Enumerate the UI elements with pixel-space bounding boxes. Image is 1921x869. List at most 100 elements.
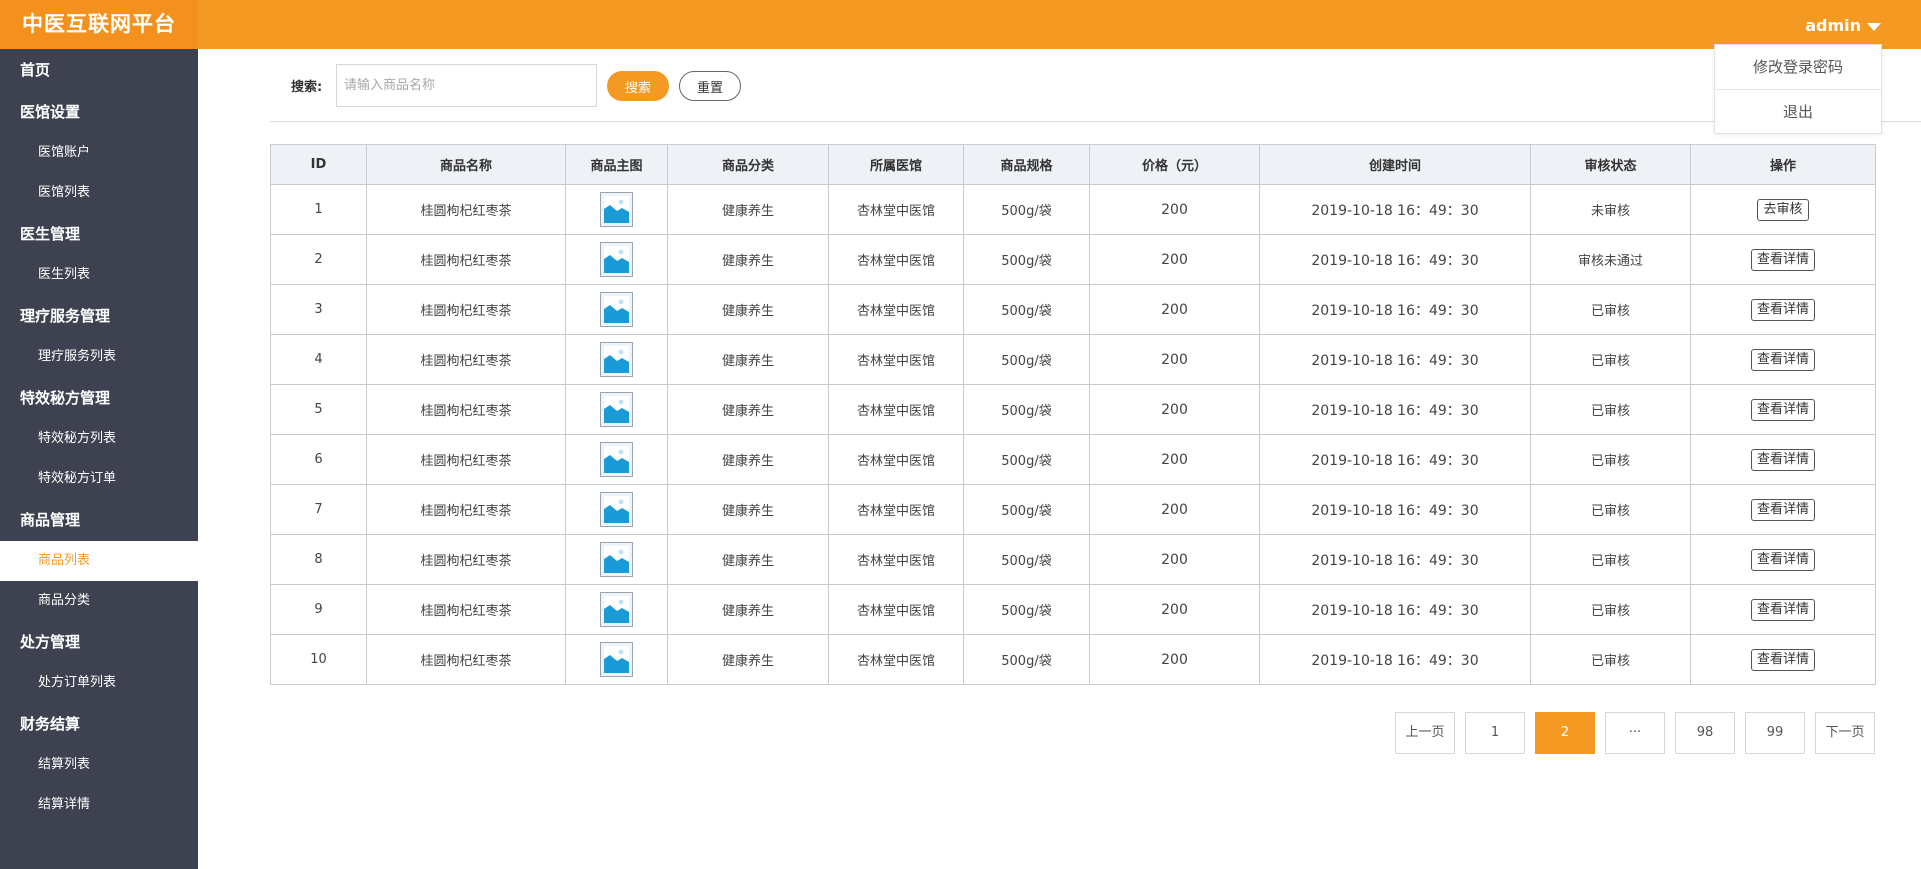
page-button[interactable]: 98: [1675, 712, 1735, 754]
cell-image: [565, 284, 668, 335]
product-table: ID 商品名称 商品主图 商品分类 所属医馆 商品规格 价格（元） 创建时间 审…: [270, 144, 1876, 685]
sidebar-group[interactable]: 理疗服务管理: [0, 295, 198, 337]
cell-created: 2019-10-18 16：49：30: [1259, 634, 1531, 685]
image-placeholder-icon: [600, 592, 633, 627]
cell-category: 健康养生: [667, 484, 829, 535]
page-button-current[interactable]: 2: [1535, 712, 1595, 754]
sidebar-group[interactable]: 商品管理: [0, 499, 198, 541]
cell-image: [565, 234, 668, 285]
cell-price: 200: [1089, 434, 1260, 485]
cell-id: 3: [270, 284, 367, 335]
search-button[interactable]: 搜索: [607, 71, 669, 101]
cell-id: 1: [270, 184, 367, 235]
cell-category: 健康养生: [667, 334, 829, 385]
view-details-button[interactable]: 查看详情: [1750, 548, 1815, 571]
cell-spec: 500g/袋: [963, 484, 1090, 535]
cell-category: 健康养生: [667, 584, 829, 635]
view-details-button[interactable]: 查看详情: [1750, 248, 1815, 271]
prev-page-button[interactable]: 上一页: [1395, 712, 1455, 754]
cell-action: 查看详情: [1690, 434, 1876, 485]
cell-clinic: 杏林堂中医馆: [828, 634, 964, 685]
sidebar-item[interactable]: 理疗服务列表: [0, 337, 198, 377]
cell-clinic: 杏林堂中医馆: [828, 384, 964, 435]
view-details-button[interactable]: 查看详情: [1750, 648, 1815, 671]
cell-name: 桂圆枸杞红枣茶: [366, 584, 566, 635]
sidebar-item[interactable]: 结算列表: [0, 745, 198, 785]
col-header-image: 商品主图: [565, 144, 668, 185]
col-header-action: 操作: [1690, 144, 1876, 185]
sidebar-item[interactable]: 商品分类: [0, 581, 198, 621]
change-password-item[interactable]: 修改登录密码: [1715, 45, 1881, 89]
col-header-status: 审核状态: [1530, 144, 1691, 185]
image-placeholder-icon: [600, 492, 633, 527]
cell-image: [565, 584, 668, 635]
top-bar: 中医互联网平台 admin: [0, 0, 1921, 49]
cell-category: 健康养生: [667, 534, 829, 585]
review-button[interactable]: 去审核: [1757, 198, 1809, 221]
page-ellipsis: ···: [1605, 712, 1665, 754]
view-details-button[interactable]: 查看详情: [1750, 448, 1815, 471]
sidebar-item-active[interactable]: 商品列表: [0, 541, 198, 581]
cell-spec: 500g/袋: [963, 534, 1090, 585]
cell-created: 2019-10-18 16：49：30: [1259, 234, 1531, 285]
cell-clinic: 杏林堂中医馆: [828, 284, 964, 335]
image-placeholder-icon: [600, 542, 633, 577]
cell-spec: 500g/袋: [963, 634, 1090, 685]
page-button[interactable]: 99: [1745, 712, 1805, 754]
view-details-button[interactable]: 查看详情: [1750, 398, 1815, 421]
sidebar-item[interactable]: 结算详情: [0, 785, 198, 825]
user-menu-toggle[interactable]: admin: [1805, 0, 1881, 49]
cell-clinic: 杏林堂中医馆: [828, 334, 964, 385]
cell-id: 5: [270, 384, 367, 435]
cell-created: 2019-10-18 16：49：30: [1259, 434, 1531, 485]
cell-price: 200: [1089, 534, 1260, 585]
chevron-down-icon: [1867, 22, 1881, 31]
sidebar-item[interactable]: 医馆账户: [0, 133, 198, 173]
view-details-button[interactable]: 查看详情: [1750, 298, 1815, 321]
col-header-category: 商品分类: [667, 144, 829, 185]
user-name: admin: [1805, 16, 1861, 35]
sidebar-group[interactable]: 首页: [0, 49, 198, 91]
cell-clinic: 杏林堂中医馆: [828, 184, 964, 235]
cell-price: 200: [1089, 334, 1260, 385]
reset-button[interactable]: 重置: [679, 71, 741, 101]
cell-price: 200: [1089, 634, 1260, 685]
table-row: 1 桂圆枸杞红枣茶 健康养生 杏林堂中医馆 500g/袋 200 2019-10-18 16…: [270, 184, 1876, 235]
cell-category: 健康养生: [667, 634, 829, 685]
sidebar-item[interactable]: 医馆列表: [0, 173, 198, 213]
sidebar-group[interactable]: 处方管理: [0, 621, 198, 663]
logout-item[interactable]: 退出: [1715, 89, 1881, 133]
cell-image: [565, 384, 668, 435]
cell-created: 2019-10-18 16：49：30: [1259, 584, 1531, 635]
cell-created: 2019-10-18 16：49：30: [1259, 284, 1531, 335]
sidebar-group[interactable]: 特效秘方管理: [0, 377, 198, 419]
sidebar-group[interactable]: 财务结算: [0, 703, 198, 745]
cell-name: 桂圆枸杞红枣茶: [366, 184, 566, 235]
cell-action: 查看详情: [1690, 484, 1876, 535]
cell-id: 9: [270, 584, 367, 635]
cell-action: 查看详情: [1690, 284, 1876, 335]
next-page-button[interactable]: 下一页: [1815, 712, 1875, 754]
cell-action: 去审核: [1690, 184, 1876, 235]
cell-spec: 500g/袋: [963, 584, 1090, 635]
sidebar-item[interactable]: 医生列表: [0, 255, 198, 295]
sidebar-group[interactable]: 医生管理: [0, 213, 198, 255]
page-button[interactable]: 1: [1465, 712, 1525, 754]
search-input[interactable]: [336, 64, 597, 107]
view-details-button[interactable]: 查看详情: [1750, 348, 1815, 371]
cell-price: 200: [1089, 484, 1260, 535]
table-row: 5 桂圆枸杞红枣茶 健康养生 杏林堂中医馆 500g/袋 200 2019-10-18 16…: [270, 384, 1876, 435]
col-header-clinic: 所属医馆: [828, 144, 964, 185]
cell-image: [565, 534, 668, 585]
view-details-button[interactable]: 查看详情: [1750, 598, 1815, 621]
view-details-button[interactable]: 查看详情: [1750, 498, 1815, 521]
cell-price: 200: [1089, 384, 1260, 435]
sidebar-item[interactable]: 特效秘方列表: [0, 419, 198, 459]
col-header-price: 价格（元）: [1089, 144, 1260, 185]
cell-action: 查看详情: [1690, 534, 1876, 585]
cell-spec: 500g/袋: [963, 434, 1090, 485]
status-badge: 未审核: [1530, 184, 1691, 235]
sidebar-item[interactable]: 处方订单列表: [0, 663, 198, 703]
sidebar-group[interactable]: 医馆设置: [0, 91, 198, 133]
sidebar-item[interactable]: 特效秘方订单: [0, 459, 198, 499]
